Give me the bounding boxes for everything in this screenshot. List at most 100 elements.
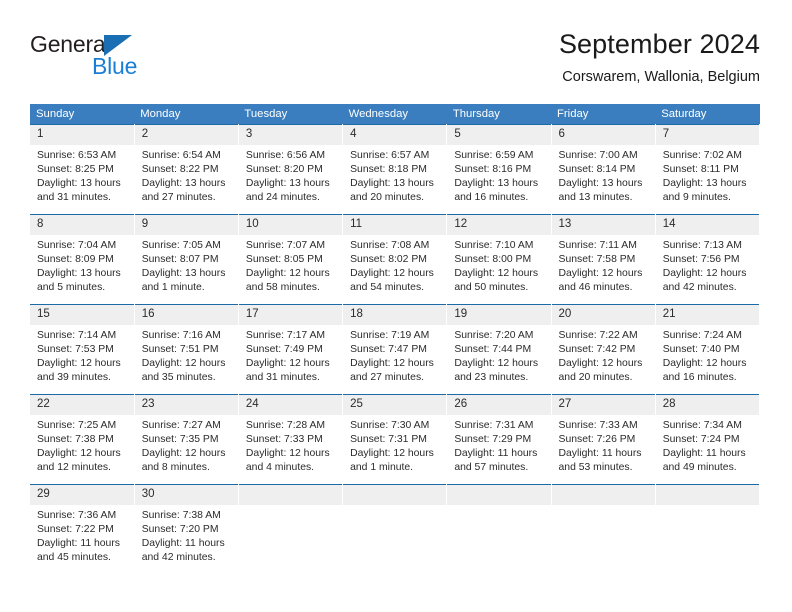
calendar-day-cell[interactable]: 23 Sunrise: 7:27 AM Sunset: 7:35 PM Dayligh… <box>134 394 239 485</box>
calendar-day-cell[interactable]: 25 Sunrise: 7:30 AM Sunset: 7:31 PM Dayligh… <box>342 394 448 485</box>
sunset-text: Sunset: 7:24 PM <box>662 434 740 446</box>
day-number: 5 <box>447 125 551 145</box>
day-number: 4 <box>343 125 447 145</box>
calendar-week-row: 1 Sunrise: 6:53 AM Sunset: 8:25 PM Daylight… <box>30 124 761 215</box>
day-details: Sunrise: 7:00 AM Sunset: 8:14 PM Daylight:… <box>552 145 655 205</box>
calendar-day-cell[interactable]: 13 Sunrise: 7:11 AM Sunset: 7:58 PM Dayligh… <box>551 214 656 305</box>
calendar-day-cell[interactable]: 26 Sunrise: 7:31 AM Sunset: 7:29 PM Dayligh… <box>446 394 552 485</box>
calendar-day-cell[interactable]: 15 Sunrise: 7:14 AM Sunset: 7:53 PM Dayligh… <box>30 304 135 395</box>
day-number: 24 <box>238 395 343 415</box>
day-details: Sunrise: 7:13 AM Sunset: 7:56 PM Daylight:… <box>656 235 759 295</box>
sunrise-text: Sunrise: 7:34 AM <box>662 420 742 431</box>
daylight-text: Daylight: 12 hours and 54 minutes. <box>350 268 434 294</box>
calendar-day-cell[interactable]: 24 Sunrise: 7:28 AM Sunset: 7:33 PM Dayligh… <box>238 394 344 485</box>
day-number: 18 <box>343 305 447 325</box>
daylight-text: Daylight: 12 hours and 27 minutes. <box>350 358 434 384</box>
day-details: Sunrise: 7:04 AM Sunset: 8:09 PM Daylight:… <box>30 235 134 295</box>
sunset-text: Sunset: 8:20 PM <box>245 164 323 176</box>
calendar-day-cell[interactable]: 18 Sunrise: 7:19 AM Sunset: 7:47 PM Dayligh… <box>342 304 448 395</box>
calendar-day-cell[interactable]: 10 Sunrise: 7:07 AM Sunset: 8:05 PM Dayligh… <box>238 214 344 305</box>
daylight-text: Daylight: 12 hours and 16 minutes. <box>662 358 747 384</box>
calendar-week-row: 15 Sunrise: 7:14 AM Sunset: 7:53 PM Dayligh… <box>30 304 761 395</box>
day-details: Sunrise: 7:38 AM Sunset: 7:20 PM Daylight:… <box>135 505 238 565</box>
calendar-day-cell[interactable]: 1 Sunrise: 6:53 AM Sunset: 8:25 PM Daylight… <box>30 124 135 215</box>
day-details: Sunrise: 6:53 AM Sunset: 8:25 PM Daylight:… <box>30 145 134 205</box>
day-number: 19 <box>447 305 551 325</box>
sunset-text: Sunset: 7:31 PM <box>350 434 427 446</box>
calendar-day-cell[interactable]: 20 Sunrise: 7:22 AM Sunset: 7:42 PM Dayligh… <box>551 304 656 395</box>
sunset-text: Sunset: 8:11 PM <box>662 164 739 176</box>
calendar-day-cell[interactable]: 11 Sunrise: 7:08 AM Sunset: 8:02 PM Dayligh… <box>342 214 448 305</box>
day-details: Sunrise: 6:54 AM Sunset: 8:22 PM Daylight:… <box>135 145 238 205</box>
sunset-text: Sunset: 7:29 PM <box>454 434 532 446</box>
day-number: 9 <box>134 215 238 235</box>
daylight-text: Daylight: 12 hours and 20 minutes. <box>558 358 643 384</box>
day-number: 3 <box>238 125 343 145</box>
daylight-text: Daylight: 13 hours and 24 minutes. <box>245 178 330 204</box>
sunrise-text: Sunrise: 7:36 AM <box>37 510 117 521</box>
day-details: Sunrise: 7:19 AM Sunset: 7:47 PM Daylight:… <box>343 325 446 385</box>
calendar-day-cell[interactable]: 30 Sunrise: 7:38 AM Sunset: 7:20 PM Dayligh… <box>134 484 239 575</box>
sunset-text: Sunset: 7:33 PM <box>245 434 323 446</box>
calendar-day-cell[interactable]: 27 Sunrise: 7:33 AM Sunset: 7:26 PM Dayligh… <box>551 394 656 485</box>
sunrise-text: Sunrise: 7:02 AM <box>662 150 742 161</box>
calendar-day-cell[interactable]: 29 Sunrise: 7:36 AM Sunset: 7:22 PM Dayligh… <box>30 484 135 575</box>
day-number: 1 <box>30 125 134 145</box>
sunrise-text: Sunrise: 7:07 AM <box>245 240 326 251</box>
calendar-day-cell[interactable]: 3 Sunrise: 6:56 AM Sunset: 8:20 PM Daylight… <box>238 124 344 215</box>
daylight-text: Daylight: 12 hours and 4 minutes. <box>245 448 330 474</box>
sunrise-text: Sunrise: 7:11 AM <box>558 240 637 251</box>
daylight-text: Daylight: 12 hours and 31 minutes. <box>245 358 330 384</box>
calendar-day-cell[interactable]: 14 Sunrise: 7:13 AM Sunset: 7:56 PM Dayligh… <box>655 214 761 305</box>
sunset-text: Sunset: 7:49 PM <box>245 344 323 356</box>
sunrise-text: Sunrise: 7:00 AM <box>558 150 638 161</box>
daylight-text: Daylight: 12 hours and 1 minute. <box>350 448 434 474</box>
calendar-day-cell[interactable]: 21 Sunrise: 7:24 AM Sunset: 7:40 PM Dayligh… <box>655 304 761 395</box>
calendar-day-cell[interactable]: 7 Sunrise: 7:02 AM Sunset: 8:11 PM Daylight… <box>655 124 761 215</box>
day-number <box>551 485 655 505</box>
calendar-day-cell[interactable]: 9 Sunrise: 7:05 AM Sunset: 8:07 PM Daylight… <box>134 214 239 305</box>
page-subtitle: Corswarem, Wallonia, Belgium <box>562 69 760 85</box>
weekday-header-saturday: Saturday <box>655 104 760 125</box>
calendar-day-cell[interactable]: 28 Sunrise: 7:34 AM Sunset: 7:24 PM Dayligh… <box>655 394 761 485</box>
calendar-day-cell[interactable]: 2 Sunrise: 6:54 AM Sunset: 8:22 PM Daylight… <box>134 124 239 215</box>
day-details: Sunrise: 7:02 AM Sunset: 8:11 PM Daylight:… <box>656 145 759 205</box>
calendar-day-cell-empty <box>238 484 344 575</box>
calendar-day-cell[interactable]: 17 Sunrise: 7:17 AM Sunset: 7:49 PM Dayligh… <box>238 304 344 395</box>
calendar-day-cell[interactable]: 22 Sunrise: 7:25 AM Sunset: 7:38 PM Dayligh… <box>30 394 135 485</box>
day-details: Sunrise: 7:24 AM Sunset: 7:40 PM Daylight:… <box>656 325 759 385</box>
sunrise-text: Sunrise: 7:17 AM <box>245 330 326 341</box>
sunrise-text: Sunrise: 6:53 AM <box>37 150 117 161</box>
calendar-day-cell-empty <box>655 484 761 575</box>
calendar-day-cell[interactable]: 6 Sunrise: 7:00 AM Sunset: 8:14 PM Daylight… <box>551 124 656 215</box>
daylight-text: Daylight: 12 hours and 8 minutes. <box>141 448 226 474</box>
sunset-text: Sunset: 7:53 PM <box>37 344 114 356</box>
sunset-text: Sunset: 8:09 PM <box>37 254 114 266</box>
day-number: 16 <box>134 305 238 325</box>
calendar-day-cell[interactable]: 16 Sunrise: 7:16 AM Sunset: 7:51 PM Dayligh… <box>134 304 239 395</box>
day-details: Sunrise: 7:22 AM Sunset: 7:42 PM Daylight:… <box>552 325 655 385</box>
calendar-day-cell[interactable]: 5 Sunrise: 6:59 AM Sunset: 8:16 PM Daylight… <box>446 124 552 215</box>
day-number: 23 <box>134 395 238 415</box>
calendar-day-cell-empty <box>446 484 552 575</box>
calendar-day-cell[interactable]: 8 Sunrise: 7:04 AM Sunset: 8:09 PM Daylight… <box>30 214 135 305</box>
day-details: Sunrise: 7:25 AM Sunset: 7:38 PM Daylight:… <box>30 415 134 475</box>
sunrise-text: Sunrise: 7:31 AM <box>454 420 534 431</box>
calendar-day-cell[interactable]: 19 Sunrise: 7:20 AM Sunset: 7:44 PM Dayligh… <box>446 304 552 395</box>
calendar-day-cell-empty <box>551 484 656 575</box>
calendar-day-cell[interactable]: 4 Sunrise: 6:57 AM Sunset: 8:18 PM Daylight… <box>342 124 448 215</box>
logo-text-blue: Blue <box>92 53 138 79</box>
sunset-text: Sunset: 8:18 PM <box>350 164 427 176</box>
sunset-text: Sunset: 7:22 PM <box>37 524 114 536</box>
weekday-header-sunday: Sunday <box>30 104 135 125</box>
day-details: Sunrise: 7:33 AM Sunset: 7:26 PM Daylight:… <box>552 415 655 475</box>
daylight-text: Daylight: 12 hours and 50 minutes. <box>454 268 539 294</box>
daylight-text: Daylight: 12 hours and 46 minutes. <box>558 268 643 294</box>
calendar-day-cell[interactable]: 12 Sunrise: 7:10 AM Sunset: 8:00 PM Dayligh… <box>446 214 552 305</box>
general-blue-logo[interactable]: General Blue <box>30 32 200 84</box>
day-details: Sunrise: 7:05 AM Sunset: 8:07 PM Daylight:… <box>135 235 238 295</box>
day-details: Sunrise: 7:31 AM Sunset: 7:29 PM Daylight:… <box>447 415 550 475</box>
sunset-text: Sunset: 8:05 PM <box>245 254 323 266</box>
sunset-text: Sunset: 8:14 PM <box>558 164 636 176</box>
sunset-text: Sunset: 8:02 PM <box>350 254 427 266</box>
